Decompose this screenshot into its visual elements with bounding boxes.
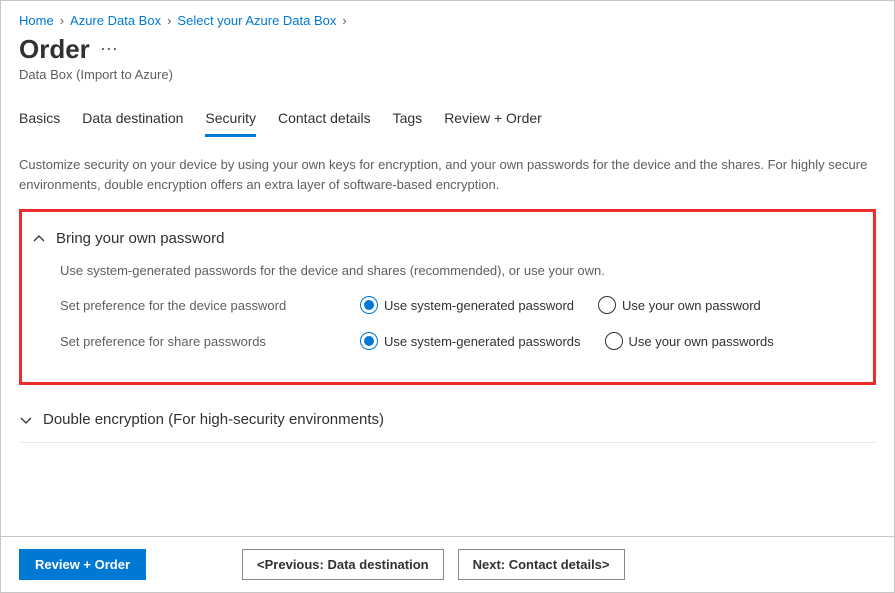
chevron-down-icon (19, 413, 33, 427)
radio-label: Use your own password (622, 298, 761, 313)
tab-tags[interactable]: Tags (393, 106, 423, 137)
accordion-encryption-title: Double encryption (For high-security env… (43, 411, 384, 428)
chevron-up-icon (32, 232, 46, 246)
radio-device-own[interactable]: Use your own password (598, 296, 761, 314)
tab-basics[interactable]: Basics (19, 106, 60, 137)
radio-unselected-icon (605, 332, 623, 350)
pref-row-device-password: Set preference for the device password U… (60, 296, 863, 314)
accordion-password-title: Bring your own password (56, 230, 224, 247)
accordion-encryption: Double encryption (For high-security env… (19, 399, 876, 443)
radio-device-system[interactable]: Use system-generated password (360, 296, 574, 314)
radio-label: Use system-generated passwords (384, 334, 581, 349)
breadcrumb: Home › Azure Data Box › Select your Azur… (19, 13, 876, 28)
radio-label: Use system-generated password (384, 298, 574, 313)
pref-label-device: Set preference for the device password (60, 298, 360, 313)
tab-review-order[interactable]: Review + Order (444, 106, 542, 137)
intro-text: Customize security on your device by usi… (19, 155, 876, 195)
accordion-password: Bring your own password Use system-gener… (32, 224, 863, 362)
breadcrumb-link-select[interactable]: Select your Azure Data Box (177, 13, 336, 28)
tab-contact-details[interactable]: Contact details (278, 106, 371, 137)
accordion-encryption-header[interactable]: Double encryption (For high-security env… (19, 409, 876, 430)
radio-label: Use your own passwords (629, 334, 774, 349)
radio-group-share: Use system-generated passwords Use your … (360, 332, 774, 350)
page-subtitle: Data Box (Import to Azure) (19, 67, 876, 82)
radio-unselected-icon (598, 296, 616, 314)
breadcrumb-link-databox[interactable]: Azure Data Box (70, 13, 161, 28)
title-row: Order ⋯ (19, 34, 876, 65)
next-button[interactable]: Next: Contact details> (458, 549, 625, 580)
content-area: Home › Azure Data Box › Select your Azur… (1, 1, 894, 443)
pref-label-share: Set preference for share passwords (60, 334, 360, 349)
chevron-right-icon: › (342, 13, 346, 28)
pref-row-share-passwords: Set preference for share passwords Use s… (60, 332, 863, 350)
chevron-right-icon: › (60, 13, 64, 28)
radio-group-device: Use system-generated password Use your o… (360, 296, 761, 314)
tab-security[interactable]: Security (205, 106, 256, 137)
review-order-button[interactable]: Review + Order (19, 549, 146, 580)
page-frame: Home › Azure Data Box › Select your Azur… (0, 0, 895, 593)
page-title: Order (19, 34, 90, 65)
more-actions-icon[interactable]: ⋯ (100, 39, 119, 60)
radio-selected-icon (360, 296, 378, 314)
footer-bar: Review + Order <Previous: Data destinati… (1, 536, 894, 592)
accordion-password-body: Use system-generated passwords for the d… (32, 249, 863, 350)
tab-bar: Basics Data destination Security Contact… (19, 106, 876, 137)
accordion-password-description: Use system-generated passwords for the d… (60, 263, 863, 278)
previous-button[interactable]: <Previous: Data destination (242, 549, 444, 580)
radio-share-own[interactable]: Use your own passwords (605, 332, 774, 350)
chevron-right-icon: › (167, 13, 171, 28)
highlight-box: Bring your own password Use system-gener… (19, 209, 876, 385)
radio-selected-icon (360, 332, 378, 350)
radio-share-system[interactable]: Use system-generated passwords (360, 332, 581, 350)
breadcrumb-link-home[interactable]: Home (19, 13, 54, 28)
accordion-password-header[interactable]: Bring your own password (32, 228, 863, 249)
tab-data-destination[interactable]: Data destination (82, 106, 183, 137)
